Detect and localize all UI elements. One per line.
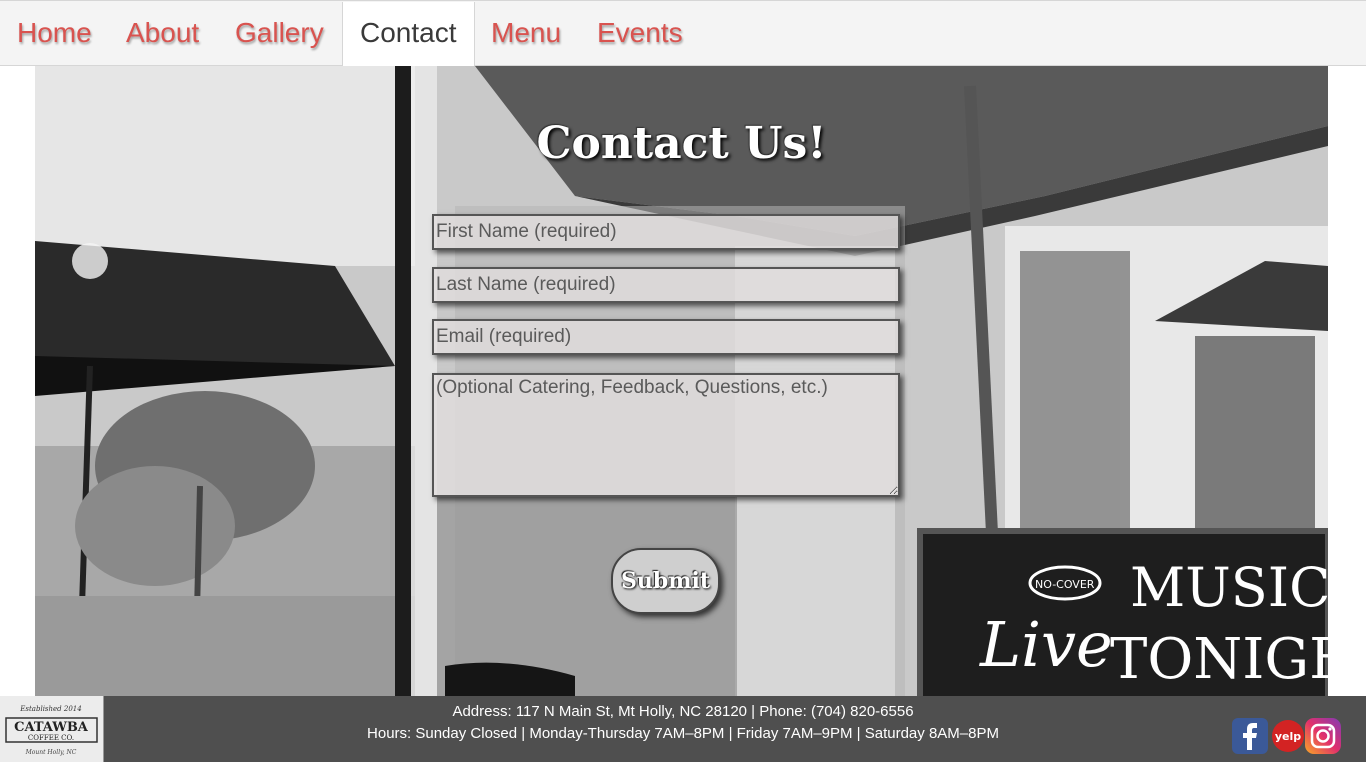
nav-tab-events[interactable]: Events <box>580 2 700 66</box>
sign-no-cover-text: NO-COVER <box>1035 578 1095 591</box>
sign-tonight-text: TONIGHT <box>1110 627 1328 692</box>
nav-tab-gallery[interactable]: Gallery <box>218 2 341 66</box>
svg-text:yelp: yelp <box>1275 730 1301 743</box>
footer-address: Address: 117 N Main St, Mt Holly, NC 281… <box>452 703 914 720</box>
nav-tab-menu[interactable]: Menu <box>474 2 578 66</box>
last-name-input[interactable] <box>432 267 900 303</box>
first-name-input[interactable] <box>432 214 900 250</box>
submit-button[interactable]: Submit <box>611 548 720 614</box>
yelp-icon[interactable]: yelp <box>1270 718 1306 754</box>
sign-music-text: MUSIC <box>1130 556 1328 619</box>
nav-tab-contact[interactable]: Contact <box>342 2 475 68</box>
nav-tab-about[interactable]: About <box>109 2 216 66</box>
contact-hero: MUSIC NO-COVER Live TONIGHT Contact Us! … <box>35 66 1328 696</box>
facebook-icon[interactable] <box>1232 718 1268 754</box>
email-input[interactable] <box>432 319 900 355</box>
page-title: Contact Us! <box>536 118 827 169</box>
main-nav: Home About Gallery Contact Menu Events <box>0 0 1366 68</box>
sign-live-text: Live <box>979 608 1113 681</box>
footer-hours: Hours: Sunday Closed | Monday-Thursday 7… <box>367 725 999 742</box>
message-textarea[interactable] <box>432 373 900 497</box>
footer: Established 2014 CATAWBA COFFEE CO. Moun… <box>0 696 1366 762</box>
svg-text:Mount Holly, NC: Mount Holly, NC <box>25 749 77 756</box>
instagram-icon[interactable] <box>1305 718 1341 754</box>
nav-tab-home[interactable]: Home <box>0 2 109 66</box>
